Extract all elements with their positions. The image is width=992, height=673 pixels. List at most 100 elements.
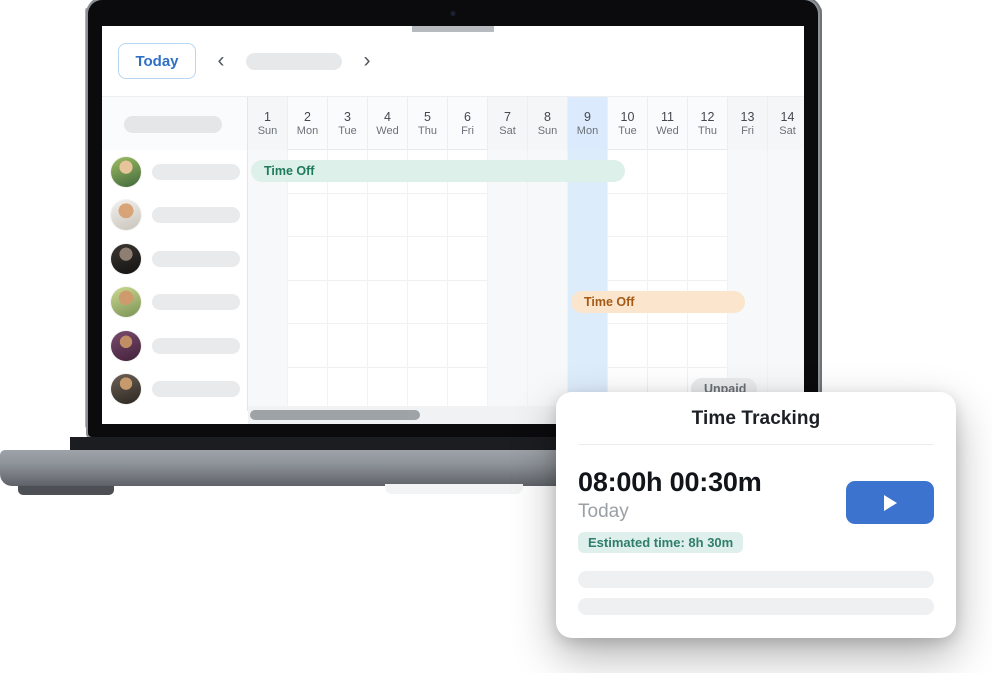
calendar-cell[interactable] [448, 367, 488, 411]
calendar-cell[interactable] [528, 237, 568, 281]
calendar-cell[interactable] [288, 324, 328, 368]
day-header-13[interactable]: 13 Fri [728, 97, 768, 151]
calendar-cell[interactable] [568, 324, 608, 368]
calendar-cell[interactable] [408, 324, 448, 368]
employee-cell[interactable] [102, 280, 248, 324]
next-period-icon[interactable]: › [356, 48, 378, 74]
today-button[interactable]: Today [118, 43, 196, 79]
calendar-cell[interactable] [328, 193, 368, 237]
calendar-cell[interactable] [448, 237, 488, 281]
time-entry-placeholder-1 [578, 571, 934, 588]
calendar-cell[interactable] [248, 193, 288, 237]
calendar-cell[interactable] [368, 280, 408, 324]
employee-cell[interactable] [102, 193, 248, 237]
calendar-cell[interactable] [408, 280, 448, 324]
calendar-cell[interactable] [248, 237, 288, 281]
calendar-cell[interactable] [408, 193, 448, 237]
calendar-cell[interactable] [768, 193, 804, 237]
calendar-cell[interactable] [688, 150, 728, 194]
calendar-cell[interactable] [328, 280, 368, 324]
calendar-cell[interactable] [368, 237, 408, 281]
day-weekday: Mon [296, 125, 319, 138]
day-header-10[interactable]: 10 Tue [608, 97, 648, 151]
day-header-7[interactable]: 7 Sat [488, 97, 528, 151]
calendar-cell[interactable] [288, 280, 328, 324]
calendar-cell[interactable] [488, 237, 528, 281]
calendar-cell[interactable] [648, 237, 688, 281]
calendar-cell[interactable] [248, 280, 288, 324]
calendar-cell[interactable] [608, 237, 648, 281]
calendar-cell[interactable] [768, 280, 804, 324]
day-header-9[interactable]: 9 Mon [568, 97, 608, 151]
calendar-cell[interactable] [528, 324, 568, 368]
employee-cell[interactable] [102, 367, 248, 411]
scrollbar-thumb[interactable] [250, 410, 420, 420]
calendar-cell[interactable] [488, 367, 528, 411]
calendar-cell[interactable] [608, 324, 648, 368]
calendar-cell[interactable] [688, 237, 728, 281]
day-header-2[interactable]: 2 Mon [288, 97, 328, 151]
day-header-4[interactable]: 4 Wed [368, 97, 408, 151]
calendar-cell[interactable] [368, 324, 408, 368]
avatar-employee-1 [111, 156, 141, 187]
calendar-cell[interactable] [728, 193, 768, 237]
employee-cell[interactable] [102, 324, 248, 368]
calendar-row [102, 237, 804, 281]
calendar-row-cells [248, 237, 804, 281]
day-header-6[interactable]: 6 Fri [448, 97, 488, 151]
calendar-cell[interactable] [648, 193, 688, 237]
date-range-placeholder [246, 52, 342, 70]
calendar-cell[interactable] [728, 150, 768, 194]
calendar-cell[interactable] [408, 367, 448, 411]
calendar-cell[interactable] [568, 193, 608, 237]
calendar-event[interactable]: Time Off [251, 160, 625, 182]
calendar-row [102, 193, 804, 237]
calendar-cell[interactable] [328, 367, 368, 411]
time-entry-placeholders [556, 553, 956, 615]
day-header-8[interactable]: 8 Sun [528, 97, 568, 151]
calendar-cell[interactable] [488, 193, 528, 237]
calendar-event[interactable]: Time Off [571, 290, 745, 313]
start-timer-button[interactable] [846, 481, 934, 524]
day-header-12[interactable]: 12 Thu [688, 97, 728, 151]
day-header-5[interactable]: 5 Thu [408, 97, 448, 151]
calendar-cell[interactable] [648, 150, 688, 194]
calendar-cell[interactable] [328, 324, 368, 368]
calendar-cell[interactable] [248, 324, 288, 368]
day-header-3[interactable]: 3 Tue [328, 97, 368, 151]
day-header-14[interactable]: 14 Sat [768, 97, 804, 151]
employee-cell[interactable] [102, 237, 248, 281]
calendar-cell[interactable] [248, 367, 288, 411]
calendar-cell[interactable] [288, 237, 328, 281]
avatar-employee-3 [111, 243, 141, 274]
calendar-cell[interactable] [568, 237, 608, 281]
calendar-cell[interactable] [448, 280, 488, 324]
calendar-cell[interactable] [448, 324, 488, 368]
calendar-cell[interactable] [768, 237, 804, 281]
calendar-cell[interactable] [728, 237, 768, 281]
previous-period-icon[interactable]: ‹ [210, 48, 232, 74]
calendar-cell[interactable] [328, 237, 368, 281]
employee-name-placeholder [152, 163, 240, 180]
calendar-cell[interactable] [728, 324, 768, 368]
calendar-cell[interactable] [368, 367, 408, 411]
calendar-cell[interactable] [448, 193, 488, 237]
calendar-cell[interactable] [368, 193, 408, 237]
calendar-cell[interactable] [688, 193, 728, 237]
day-header-11[interactable]: 11 Wed [648, 97, 688, 151]
calendar-cell[interactable] [688, 324, 728, 368]
calendar-cell[interactable] [768, 150, 804, 194]
day-number: 5 [424, 109, 431, 124]
calendar-cell[interactable] [488, 280, 528, 324]
day-header-1[interactable]: 1 Sun [248, 97, 288, 151]
calendar-cell[interactable] [608, 193, 648, 237]
calendar-cell[interactable] [488, 324, 528, 368]
employee-cell[interactable] [102, 150, 248, 194]
calendar-cell[interactable] [528, 280, 568, 324]
calendar-cell[interactable] [648, 324, 688, 368]
calendar-cell[interactable] [288, 367, 328, 411]
calendar-cell[interactable] [408, 237, 448, 281]
calendar-cell[interactable] [768, 324, 804, 368]
calendar-cell[interactable] [528, 193, 568, 237]
calendar-cell[interactable] [288, 193, 328, 237]
